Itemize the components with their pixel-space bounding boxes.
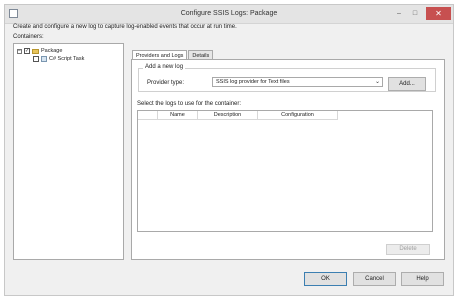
close-button[interactable]: ✕ xyxy=(426,7,451,20)
tree-item-label: Package xyxy=(41,48,63,54)
cancel-button[interactable]: Cancel xyxy=(353,272,396,286)
logs-table-header: Name Description Configuration xyxy=(138,111,338,120)
column-header-checkbox[interactable] xyxy=(138,111,158,120)
chevron-down-icon[interactable]: ⌄ xyxy=(375,78,380,86)
add-log-legend: Add a new log xyxy=(143,64,186,70)
tree-item-label: C# Script Task xyxy=(49,56,85,62)
ok-button[interactable]: OK xyxy=(304,272,347,286)
package-checkbox[interactable]: ✓ xyxy=(24,48,30,54)
minimize-button[interactable]: – xyxy=(392,8,406,19)
window-title: Configure SSIS Logs: Package xyxy=(180,10,278,17)
script-task-icon xyxy=(41,56,47,62)
delete-button[interactable]: Delete xyxy=(386,244,430,255)
column-header-description[interactable]: Description xyxy=(198,111,258,120)
logs-table[interactable]: Name Description Configuration xyxy=(137,110,433,232)
title-bar[interactable]: Configure SSIS Logs: Package – □ ✕ xyxy=(5,5,453,24)
containers-label: Containers: xyxy=(13,34,44,40)
help-button[interactable]: Help xyxy=(401,272,444,286)
close-icon: ✕ xyxy=(435,9,442,18)
provider-type-value: SSIS log provider for Text files xyxy=(216,79,290,85)
column-header-configuration[interactable]: Configuration xyxy=(258,111,338,120)
collapse-icon[interactable]: − xyxy=(17,48,22,54)
add-button[interactable]: Add... xyxy=(388,77,426,91)
provider-type-label: Provider type: xyxy=(147,80,185,86)
intro-text: Create and configure a new log to captur… xyxy=(13,24,237,30)
maximize-button[interactable]: □ xyxy=(408,8,422,19)
script-task-checkbox[interactable] xyxy=(33,56,39,62)
select-logs-label: Select the logs to use for the container… xyxy=(137,101,242,107)
folder-icon xyxy=(32,48,39,54)
provider-type-select[interactable]: SSIS log provider for Text files ⌄ xyxy=(212,77,383,87)
tree-item-script-task[interactable]: C# Script Task xyxy=(33,56,84,62)
containers-tree[interactable]: − ✓ Package C# Script Task xyxy=(13,43,124,260)
column-header-name[interactable]: Name xyxy=(158,111,198,120)
tree-item-package[interactable]: − ✓ Package xyxy=(17,48,62,54)
